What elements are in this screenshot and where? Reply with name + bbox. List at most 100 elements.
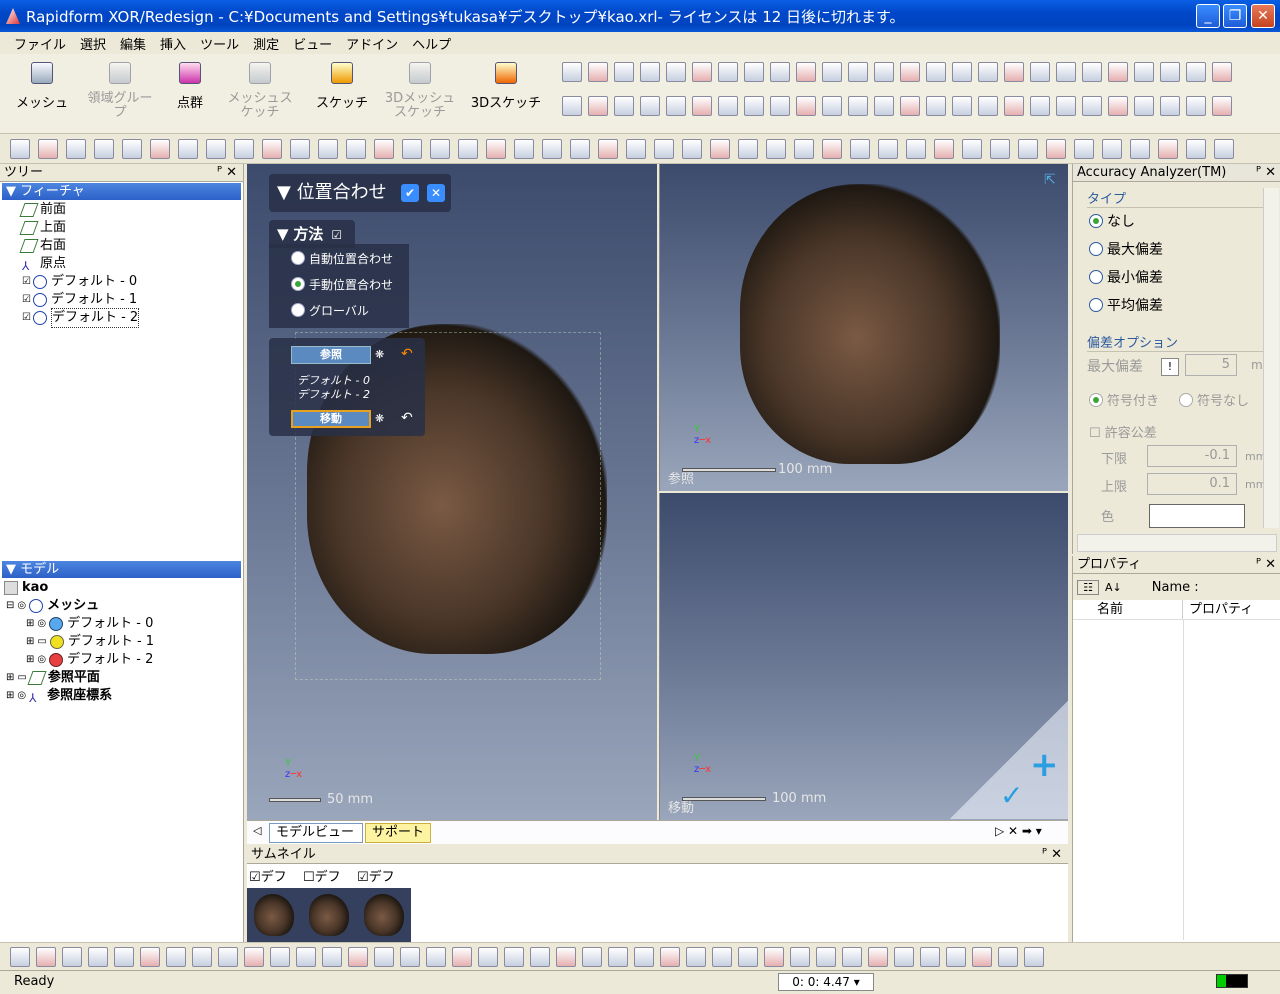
selection-tool-icon[interactable] (608, 947, 628, 967)
mesh-sketch-button[interactable]: メッシュスケッチ (222, 60, 298, 128)
standard-tool-icon[interactable] (654, 139, 674, 159)
selection-tool-icon[interactable] (868, 947, 888, 967)
standard-tool-icon[interactable] (878, 139, 898, 159)
selection-tool-icon[interactable] (218, 947, 238, 967)
standard-tool-icon[interactable] (934, 139, 954, 159)
selection-tool-icon[interactable] (36, 947, 56, 967)
region-group-button[interactable]: 領域グループ (82, 60, 158, 128)
color-picker[interactable] (1149, 504, 1245, 528)
hidden-icon[interactable]: ▭ (17, 669, 26, 687)
standard-tool-icon[interactable] (570, 139, 590, 159)
standard-tool-icon[interactable] (234, 139, 254, 159)
standard-tool-icon[interactable] (94, 139, 114, 159)
feature-front-plane[interactable]: 前面 (19, 201, 243, 219)
ribbon-tool-icon[interactable] (770, 62, 790, 82)
hidden-icon[interactable]: ▭ (37, 633, 46, 651)
menu-measure[interactable]: 測定 (253, 34, 279, 53)
ribbon-tool-icon[interactable] (614, 96, 634, 116)
ref-plane-group[interactable]: ⊞ ▭ 参照平面 (0, 669, 243, 687)
mesh-default-0[interactable]: ⊞ ◎ デフォルト - 0 (0, 615, 243, 633)
ribbon-tool-icon[interactable] (1082, 96, 1102, 116)
upper-field[interactable]: 0.1 (1147, 473, 1237, 495)
ribbon-tool-icon[interactable] (926, 96, 946, 116)
move-undo-icon[interactable]: ↶ (401, 410, 413, 426)
ribbon-tool-icon[interactable] (666, 62, 686, 82)
ribbon-tool-icon[interactable] (1212, 96, 1232, 116)
mesh-default-1[interactable]: ⊞ ▭ デフォルト - 1 (0, 633, 243, 651)
ribbon-tool-icon[interactable] (1134, 62, 1154, 82)
selection-tool-icon[interactable] (972, 947, 992, 967)
ribbon-tool-icon[interactable] (744, 96, 764, 116)
selection-tool-icon[interactable] (660, 947, 680, 967)
selection-tool-icon[interactable] (582, 947, 602, 967)
menu-insert[interactable]: 挿入 (160, 34, 186, 53)
standard-tool-icon[interactable] (1130, 139, 1150, 159)
selection-tool-icon[interactable] (244, 947, 264, 967)
selection-tool-icon[interactable] (998, 947, 1018, 967)
sketch-button[interactable]: スケッチ (304, 60, 380, 128)
ribbon-tool-icon[interactable] (1004, 62, 1024, 82)
mesh-default-2[interactable]: ⊞ ◎ デフォルト - 2 (0, 651, 243, 669)
ribbon-tool-icon[interactable] (952, 62, 972, 82)
type-max[interactable]: 最大偏差 (1089, 236, 1280, 264)
ribbon-tool-icon[interactable] (718, 62, 738, 82)
tab-support[interactable]: サポート (365, 823, 431, 843)
type-min[interactable]: 最小偏差 (1089, 264, 1280, 292)
ribbon-tool-icon[interactable] (822, 96, 842, 116)
standard-tool-icon[interactable] (822, 139, 842, 159)
selection-tool-icon[interactable] (192, 947, 212, 967)
tab-controls-icon[interactable]: ▷ ✕ ➡ ▾ (995, 824, 1042, 838)
selection-tool-icon[interactable] (10, 947, 30, 967)
standard-tool-icon[interactable] (10, 139, 30, 159)
standard-tool-icon[interactable] (738, 139, 758, 159)
selection-tool-icon[interactable] (530, 947, 550, 967)
move-settings-icon[interactable]: ❋ (375, 412, 384, 425)
point-cloud-button[interactable]: 点群 (152, 60, 228, 128)
selection-tool-icon[interactable] (1024, 947, 1044, 967)
ribbon-tool-icon[interactable] (1030, 62, 1050, 82)
ribbon-tool-icon[interactable] (978, 96, 998, 116)
minimize-button[interactable]: _ (1196, 4, 1220, 28)
standard-tool-icon[interactable] (486, 139, 506, 159)
ribbon-tool-icon[interactable] (978, 62, 998, 82)
menu-tools[interactable]: ツール (200, 34, 239, 53)
ref-field[interactable]: 参照 (291, 346, 371, 364)
ribbon-tool-icon[interactable] (874, 96, 894, 116)
visibility-icon[interactable]: ◎ (37, 615, 46, 633)
selection-tool-icon[interactable] (322, 947, 342, 967)
model-root[interactable]: kao (0, 579, 243, 597)
ribbon-tool-icon[interactable] (1186, 62, 1206, 82)
menu-edit[interactable]: 編集 (120, 34, 146, 53)
standard-tool-icon[interactable] (178, 139, 198, 159)
selection-tool-icon[interactable] (426, 947, 446, 967)
expand-icon[interactable]: ⊞ (6, 669, 14, 687)
standard-tool-icon[interactable] (598, 139, 618, 159)
standard-tool-icon[interactable] (626, 139, 646, 159)
menu-addin[interactable]: アドイン (346, 34, 398, 53)
option-manual-align[interactable]: 手動位置合わせ (291, 276, 409, 302)
expand-icon[interactable]: ⊞ (6, 687, 14, 705)
standard-tool-icon[interactable] (1158, 139, 1178, 159)
thumb-image-2[interactable] (363, 894, 404, 936)
selection-tool-icon[interactable] (400, 947, 420, 967)
tab-scroll-left-icon[interactable]: ◁ (253, 824, 261, 837)
ribbon-tool-icon[interactable] (952, 96, 972, 116)
ribbon-tool-icon[interactable] (848, 62, 868, 82)
checkbox-icon[interactable]: ☑ (22, 291, 31, 309)
tolerance-checkbox[interactable]: ☐ 許容公差 (1089, 422, 1157, 441)
tab-model-view[interactable]: モデルビュー (269, 823, 363, 843)
ref-settings-icon[interactable]: ❋ (375, 348, 384, 361)
cancel-icon[interactable]: ✕ (427, 184, 445, 202)
standard-tool-icon[interactable] (430, 139, 450, 159)
ribbon-tool-icon[interactable] (1082, 62, 1102, 82)
standard-tool-icon[interactable] (794, 139, 814, 159)
add-icon[interactable]: + (1030, 745, 1059, 785)
checkbox-icon[interactable]: ☑ (22, 273, 31, 291)
3d-sketch-button[interactable]: 3Dスケッチ (466, 60, 546, 128)
selection-tool-icon[interactable] (62, 947, 82, 967)
standard-tool-icon[interactable] (38, 139, 58, 159)
thumbnail-strip[interactable] (247, 888, 411, 942)
selection-tool-icon[interactable] (790, 947, 810, 967)
ribbon-tool-icon[interactable] (900, 62, 920, 82)
visibility-icon[interactable]: ◎ (17, 687, 26, 705)
